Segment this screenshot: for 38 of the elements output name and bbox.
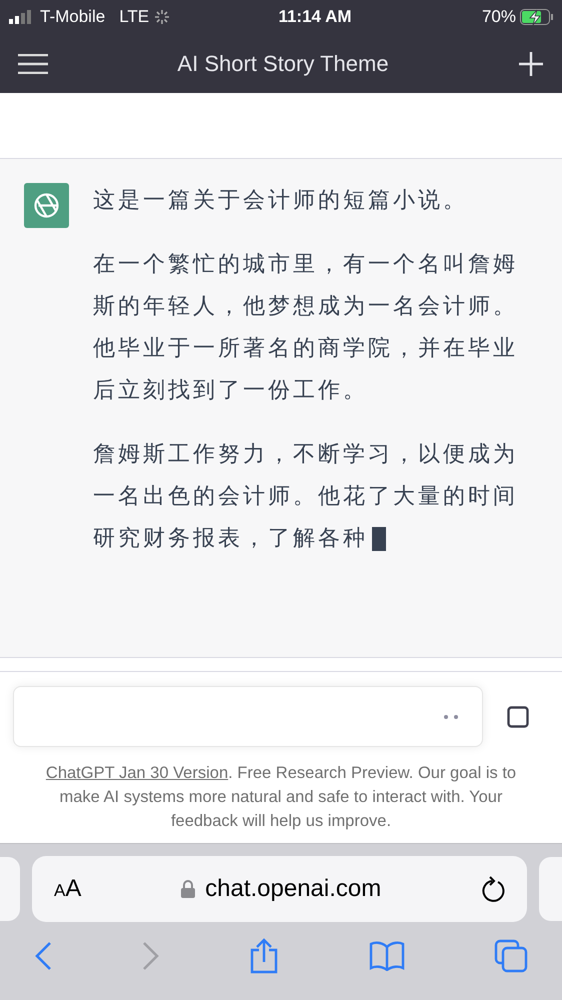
message-paragraph: 这是一篇关于会计师的短篇小说。 <box>93 186 469 214</box>
address-bar[interactable]: AA chat.openai.com <box>32 856 527 922</box>
share-icon <box>249 938 279 974</box>
previous-tab-edge[interactable] <box>0 857 20 921</box>
square-icon <box>507 706 529 728</box>
battery-percent: 70% <box>482 6 516 28</box>
forward-chevron-icon <box>142 941 160 971</box>
version-link[interactable]: ChatGPT Jan 30 Version <box>46 764 228 782</box>
text-size-button[interactable]: AA <box>54 871 82 907</box>
lock-icon <box>181 880 196 898</box>
share-button[interactable] <box>249 938 279 974</box>
clock-time: 11:14 AM <box>277 6 353 28</box>
bookmarks-button[interactable] <box>368 941 404 971</box>
back-button[interactable] <box>34 941 52 971</box>
menu-button[interactable] <box>18 52 48 76</box>
back-chevron-icon <box>34 941 52 971</box>
charging-battery-icon <box>520 9 554 25</box>
book-icon <box>368 941 404 971</box>
tabs-button[interactable] <box>494 939 528 973</box>
loading-dots-icon <box>444 714 458 718</box>
network-type: LTE <box>119 6 150 28</box>
message-paragraph: 詹姆斯工作努力，不断学习，以便成为一名出色的会计师。他花了大量的时间研究财务报表，了解各种 <box>93 440 519 554</box>
footer-disclaimer: ChatGPT Jan 30 Version. Free Research Preview. Our goal is to make AI systems more natural and safe to interact with. Your feedback will help us improve. <box>44 763 518 832</box>
chat-title: AI Short Story Theme <box>177 50 389 78</box>
new-chat-button[interactable] <box>518 50 544 76</box>
carrier-name: T-Mobile <box>40 6 106 28</box>
signal-icon <box>8 10 34 24</box>
message-input-field[interactable] <box>13 686 483 747</box>
menu-icon <box>18 54 48 74</box>
loading-spinner-icon <box>155 10 170 24</box>
assistant-logo-icon <box>24 183 69 228</box>
plus-icon <box>518 50 544 76</box>
next-tab-edge[interactable] <box>539 857 562 921</box>
message-paragraph: 在一个繁忙的城市里，有一个名叫詹姆斯的年轻人，他梦想成为一名会计师。他毕业于一所著名的商学院，并在毕业后立刻找到了一份工作。 <box>93 250 519 404</box>
url-text: chat.openai.com <box>205 874 382 904</box>
stop-button[interactable] <box>507 706 529 728</box>
reload-icon[interactable] <box>481 876 505 902</box>
tabs-icon <box>494 939 528 973</box>
